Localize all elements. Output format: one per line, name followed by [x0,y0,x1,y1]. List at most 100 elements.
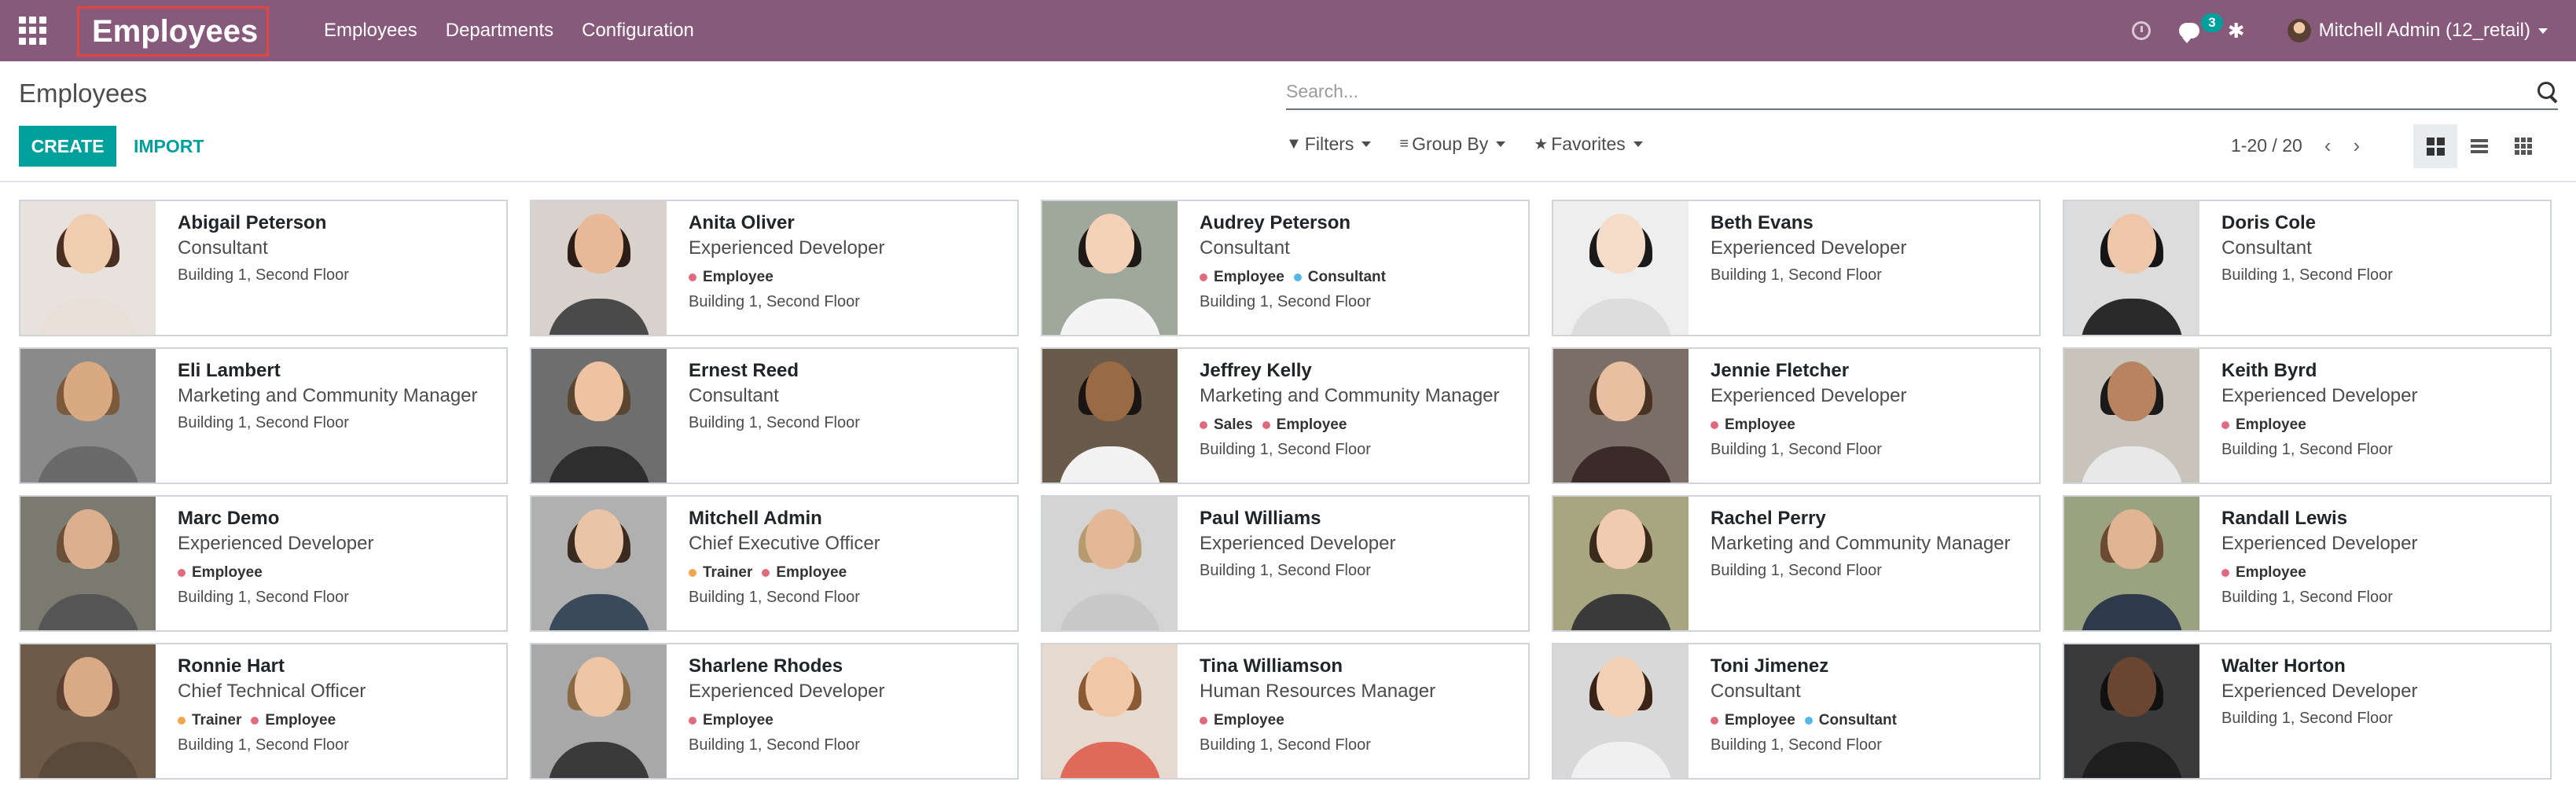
tag-dot-icon [689,273,696,281]
employee-info: Toni Jimenez Consultant Employee Consultant… [1689,644,1906,778]
tag: Trainer [178,712,241,729]
employee-location: Building 1, Second Floor [689,736,860,754]
employee-card[interactable]: Jennie Fletcher Experienced Developer Empl… [1552,347,2041,484]
list-view-button[interactable] [2457,124,2501,168]
filters-dropdown[interactable]: ▼ Filters [1286,134,1372,155]
tag-label: Employee [703,269,774,285]
user-menu[interactable]: Mitchell Admin (12_retail) [2287,19,2548,42]
employee-photo [1553,644,1689,778]
filters-label: Filters [1304,134,1354,154]
search-bar [1286,75,2558,110]
tag-label: Employee [1276,417,1347,433]
employee-card[interactable]: Tina Williamson Human Resources Manager Em… [1041,643,1530,780]
pager-next-icon[interactable]: › [2353,134,2360,158]
import-button[interactable]: IMPORT [134,126,204,167]
employee-location: Building 1, Second Floor [2221,266,2393,284]
employee-card[interactable]: Marc Demo Experienced Developer Employee Bu… [19,495,508,632]
search-icon[interactable] [2536,80,2558,102]
kanban-view-button[interactable] [2413,124,2457,168]
messaging-icon[interactable]: 3 [2178,13,2223,43]
employee-card[interactable]: Abigail Peterson Consultant Building 1, Se… [19,200,508,336]
employee-location: Building 1, Second Floor [689,588,860,606]
employee-job-title: Consultant [689,385,779,406]
employee-card[interactable]: Walter Horton Experienced Developer Buildi… [2063,643,2552,780]
employee-location: Building 1, Second Floor [1711,736,1882,754]
employee-card[interactable]: Doris Cole Consultant Building 1, Second F… [2063,200,2552,336]
employee-info: Eli Lambert Marketing and Community Manag… [156,349,478,483]
employee-card[interactable]: Beth Evans Experienced Developer Building … [1552,200,2041,336]
tag-label: Consultant [1307,269,1386,285]
employee-job-title: Consultant [2221,237,2312,259]
tag: Employee [178,564,263,582]
tag: Consultant [1293,269,1386,286]
menu-departments[interactable]: Departments [446,20,553,42]
employee-name: Sharlene Rhodes [689,655,843,677]
menu-configuration[interactable]: Configuration [582,20,694,42]
employee-info: Audrey Peterson Consultant Employee Consult… [1178,201,1395,335]
employee-location: Building 1, Second Floor [178,736,349,754]
breadcrumb: Employees [19,79,148,108]
employee-job-title: Experienced Developer [178,533,374,554]
employee-card[interactable]: Ernest Reed Consultant Building 1, Second … [530,347,1019,484]
employee-card[interactable]: Randall Lewis Experienced Developer Employ… [2063,495,2552,632]
tag-dot-icon [689,569,696,577]
tag-dot-icon [762,569,770,577]
employee-info: Mitchell Admin Chief Executive Officer Tra… [667,497,880,630]
employee-card[interactable]: Keith Byrd Experienced Developer Employee B… [2063,347,2552,484]
employee-card[interactable]: Audrey Peterson Consultant Employee Consult… [1041,200,1530,336]
tag: Employee [2221,417,2306,434]
employee-card[interactable]: Jeffrey Kelly Marketing and Community Man… [1041,347,1530,484]
employee-name: Anita Oliver [689,212,795,233]
employee-location: Building 1, Second Floor [2221,440,2393,458]
employee-card[interactable]: Ronnie Hart Chief Technical Officer Traine… [19,643,508,780]
employee-tags: Employee [2221,412,2417,439]
employee-tags: Employee [1200,707,1435,734]
employee-card[interactable]: Sharlene Rhodes Experienced Developer Empl… [530,643,1019,780]
pager-previous-icon[interactable]: ‹ [2324,134,2332,158]
tag-label: Employee [1214,712,1284,728]
employee-location: Building 1, Second Floor [1711,266,1882,284]
tag-dot-icon [1200,273,1207,281]
employee-name: Mitchell Admin [689,508,822,529]
employee-card[interactable]: Anita Oliver Experienced Developer Employe… [530,200,1019,336]
menu-employees[interactable]: Employees [324,20,417,42]
tag-dot-icon [1293,273,1302,281]
tag: Employee [251,712,336,729]
employee-tags: Employee Consultant [1200,264,1395,291]
employee-card[interactable]: Mitchell Admin Chief Executive Officer Tra… [530,495,1019,632]
employee-location: Building 1, Second Floor [1200,561,1371,579]
employee-job-title: Marketing and Community Manager [178,385,478,406]
apps-menu-icon[interactable] [19,17,47,45]
tag-dot-icon [1804,717,1813,725]
debug-bug-icon[interactable]: ✱ [2228,19,2245,43]
employee-photo [1042,349,1178,483]
employee-photo [531,201,667,335]
employee-card[interactable]: Eli Lambert Marketing and Community Manag… [19,347,508,484]
employee-name: Eli Lambert [178,360,281,381]
employee-job-title: Consultant [178,237,268,259]
favorites-dropdown[interactable]: ★ Favorites [1534,134,1643,155]
tag-label: Trainer [192,712,242,728]
tag-label: Employee [192,564,263,581]
employee-photo [1042,644,1178,778]
employee-card[interactable]: Toni Jimenez Consultant Employee Consultant… [1552,643,2041,780]
groupby-dropdown[interactable]: ≡ Group By [1399,134,1506,155]
employee-card[interactable]: Paul Williams Experienced Developer Buildi… [1041,495,1530,632]
employee-info: Sharlene Rhodes Experienced Developer Empl… [667,644,884,778]
activity-clock-icon[interactable] [2131,21,2151,40]
activity-view-button[interactable] [2501,124,2545,168]
groupby-label: Group By [1412,134,1489,154]
create-button[interactable]: CREATE [19,126,116,167]
employee-tags: Trainer Employee [689,560,880,586]
search-input[interactable] [1286,75,2558,107]
app-brand[interactable]: Employees [77,6,269,57]
main-menu: Employees Departments Configuration [324,0,722,61]
employee-name: Abigail Peterson [178,212,327,233]
top-navbar: Employees Employees Departments Configur… [0,0,2576,61]
tag: Consultant [1804,712,1897,729]
tag-dot-icon [1262,421,1270,429]
employee-location: Building 1, Second Floor [1200,440,1371,458]
pager-value[interactable]: 1-20 / 20 [2231,135,2302,156]
employee-tags: Employee [2221,560,2417,586]
employee-card[interactable]: Rachel Perry Marketing and Community Mana… [1552,495,2041,632]
